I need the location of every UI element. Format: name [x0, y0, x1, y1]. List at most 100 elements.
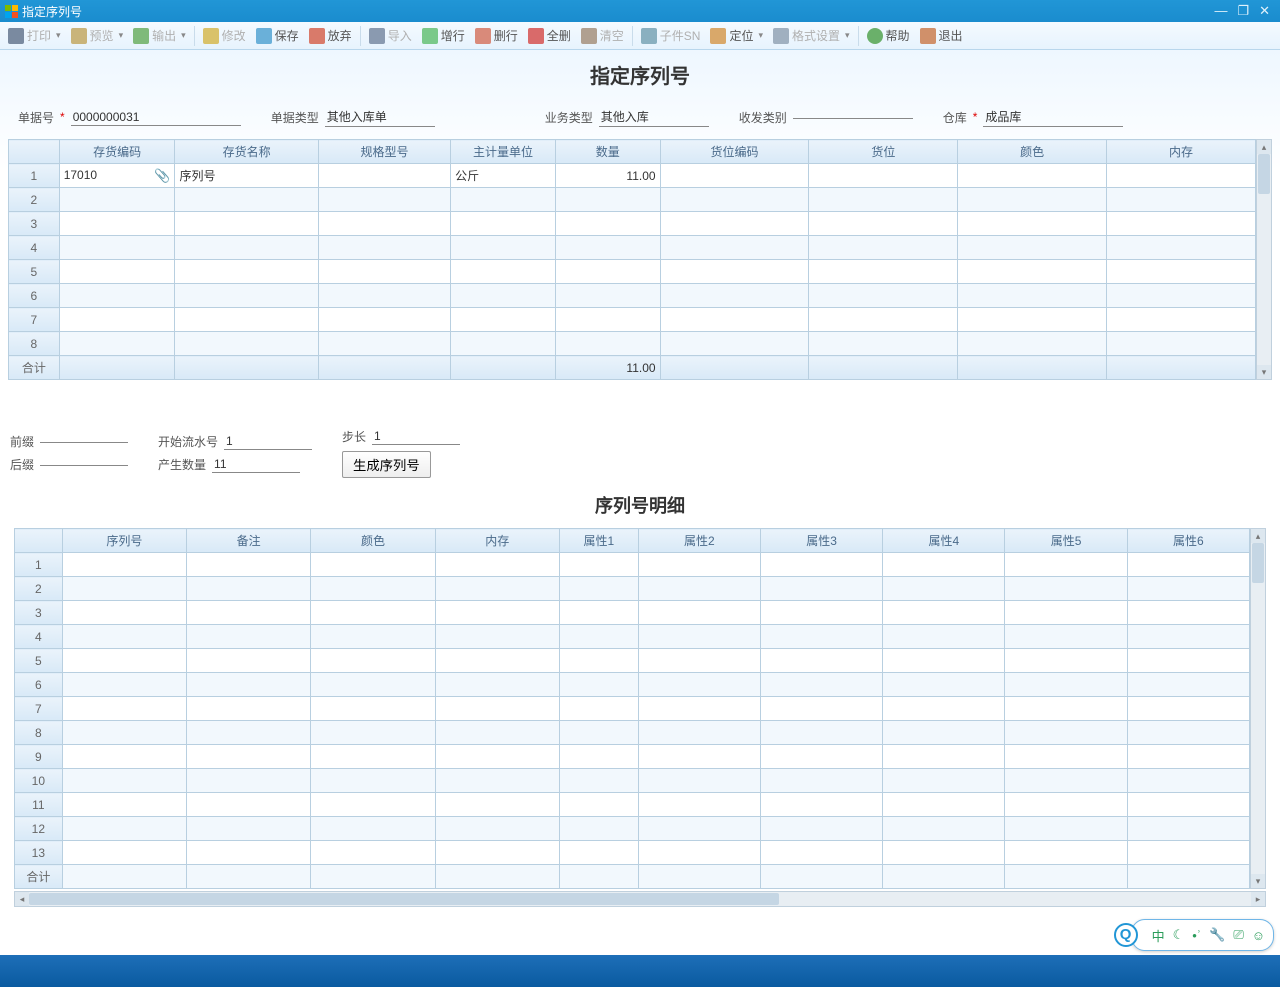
col-header[interactable]: 属性3	[760, 529, 882, 553]
sn-button[interactable]: 子件SN	[637, 25, 705, 46]
delall-icon	[528, 28, 544, 44]
tray-skin-icon[interactable]: ⎚	[1233, 927, 1243, 943]
col-header[interactable]: 数量	[555, 140, 660, 164]
warehouse-value[interactable]: 成品库	[983, 107, 1123, 127]
tray-smile-icon[interactable]: ☺	[1252, 928, 1265, 943]
ime-mode[interactable]: 中	[1152, 926, 1165, 945]
gen-form: 前缀 后缀 开始流水号 1 产生数量 11 步长 1 生成序列号	[0, 422, 1280, 484]
items-grid-vscroll[interactable]: ▴▾	[1256, 139, 1272, 380]
export-button[interactable]: 输出	[129, 25, 190, 46]
sn-icon	[641, 28, 657, 44]
table-row[interactable]: 7	[15, 697, 1250, 721]
table-row[interactable]: 3	[15, 601, 1250, 625]
edit-button[interactable]: 修改	[199, 25, 250, 46]
biz-type-value[interactable]: 其他入库	[599, 107, 709, 127]
page-body: 指定序列号 单据号* 0000000031 单据类型 其他入库单 业务类型 其他…	[0, 50, 1280, 955]
exit-button[interactable]: 退出	[916, 25, 967, 46]
table-row[interactable]: 2	[9, 188, 1256, 212]
doc-type-value[interactable]: 其他入库单	[325, 107, 435, 127]
table-row[interactable]: 5	[15, 649, 1250, 673]
col-header[interactable]: 属性6	[1127, 529, 1249, 553]
col-header[interactable]: 货位编码	[660, 140, 809, 164]
table-row[interactable]: 8	[9, 332, 1256, 356]
table-row[interactable]: 8	[15, 721, 1250, 745]
col-header[interactable]: 备注	[186, 529, 310, 553]
import-icon	[369, 28, 385, 44]
print-button[interactable]: 打印	[4, 25, 65, 46]
preview-icon	[71, 28, 87, 44]
table-row[interactable]: 7	[9, 308, 1256, 332]
io-type-value[interactable]	[793, 116, 913, 119]
startno-input[interactable]: 1	[224, 433, 312, 450]
col-header[interactable]: 序列号	[62, 529, 186, 553]
count-input[interactable]: 11	[212, 456, 300, 473]
close-button[interactable]: ✕	[1259, 3, 1270, 19]
step-input[interactable]: 1	[372, 428, 460, 445]
help-icon	[867, 28, 883, 44]
table-row[interactable]: 6	[15, 673, 1250, 697]
table-row[interactable]: 13	[15, 841, 1250, 865]
discard-icon	[309, 28, 325, 44]
col-header[interactable]: 属性5	[1005, 529, 1127, 553]
doc-type-field: 单据类型 其他入库单	[271, 107, 435, 127]
col-header[interactable]: 属性1	[559, 529, 638, 553]
table-row[interactable]: 10	[15, 769, 1250, 793]
preview-button[interactable]: 预览	[67, 25, 128, 46]
discard-button[interactable]: 放弃	[305, 25, 356, 46]
serial-grid[interactable]: 序列号备注颜色内存属性1属性2属性3属性4属性5属性6 123456789101…	[14, 528, 1250, 889]
attachment-icon[interactable]: 📎	[154, 168, 170, 184]
total-row: 合计	[15, 865, 1250, 889]
window-controls: — ❐ ✕	[1214, 3, 1276, 19]
col-header[interactable]: 颜色	[958, 140, 1107, 164]
ime-tray[interactable]: Q 中 ☾ •ʾ 🔧 ⎚ ☺	[1131, 919, 1274, 951]
table-row[interactable]: 11	[15, 793, 1250, 817]
addrow-button[interactable]: 增行	[418, 25, 469, 46]
clear-button[interactable]: 清空	[577, 25, 628, 46]
col-header[interactable]: 内存	[435, 529, 559, 553]
import-button[interactable]: 导入	[365, 25, 416, 46]
table-row[interactable]: 4	[9, 236, 1256, 260]
tray-moon-icon[interactable]: ☾	[1173, 927, 1185, 943]
table-row[interactable]: 1	[15, 553, 1250, 577]
doc-no-value[interactable]: 0000000031	[71, 109, 241, 126]
suffix-input[interactable]	[40, 463, 128, 466]
format-button[interactable]: 格式设置	[769, 25, 854, 46]
table-row[interactable]: 3	[9, 212, 1256, 236]
titlebar: 指定序列号 — ❐ ✕	[0, 0, 1280, 22]
table-row[interactable]: 1 17010📎 序列号公斤 11.00	[9, 164, 1256, 188]
delall-button[interactable]: 全删	[524, 25, 575, 46]
items-grid[interactable]: 存货编码存货名称规格型号主计量单位数量货位编码货位颜色内存 1 17010📎 序…	[8, 139, 1256, 380]
maximize-button[interactable]: ❐	[1237, 3, 1249, 19]
col-header[interactable]: 属性4	[883, 529, 1005, 553]
serial-grid-vscroll[interactable]: ▴▾	[1250, 528, 1266, 889]
locate-button[interactable]: 定位	[706, 25, 767, 46]
col-header[interactable]: 规格型号	[318, 140, 450, 164]
table-row[interactable]: 2	[15, 577, 1250, 601]
help-button[interactable]: 帮助	[863, 25, 914, 46]
table-row[interactable]: 6	[9, 284, 1256, 308]
minimize-button[interactable]: —	[1214, 3, 1227, 19]
clear-icon	[581, 28, 597, 44]
table-row[interactable]: 9	[15, 745, 1250, 769]
taskbar	[0, 955, 1280, 987]
tray-punct-icon[interactable]: •ʾ	[1192, 928, 1201, 943]
delrow-button[interactable]: 删行	[471, 25, 522, 46]
table-row[interactable]: 12	[15, 817, 1250, 841]
prefix-input[interactable]	[40, 440, 128, 443]
col-header[interactable]: 主计量单位	[451, 140, 556, 164]
toolbar: 打印 预览 输出 修改 保存 放弃 导入 增行 删行 全删 清空 子件SN 定位…	[0, 22, 1280, 50]
col-header[interactable]: 存货名称	[175, 140, 318, 164]
table-row[interactable]: 4	[15, 625, 1250, 649]
col-header[interactable]: 内存	[1107, 140, 1256, 164]
col-header[interactable]: 属性2	[638, 529, 760, 553]
col-header[interactable]: 颜色	[311, 529, 435, 553]
col-header[interactable]: 货位	[809, 140, 958, 164]
table-row[interactable]: 5	[9, 260, 1256, 284]
generate-button[interactable]: 生成序列号	[342, 451, 431, 478]
doc-no-field: 单据号* 0000000031	[18, 109, 241, 126]
tray-wrench-icon[interactable]: 🔧	[1209, 927, 1225, 943]
addrow-icon	[422, 28, 438, 44]
serial-grid-hscroll[interactable]: ◂▸	[14, 891, 1266, 907]
save-button[interactable]: 保存	[252, 25, 303, 46]
col-header[interactable]: 存货编码	[59, 140, 175, 164]
